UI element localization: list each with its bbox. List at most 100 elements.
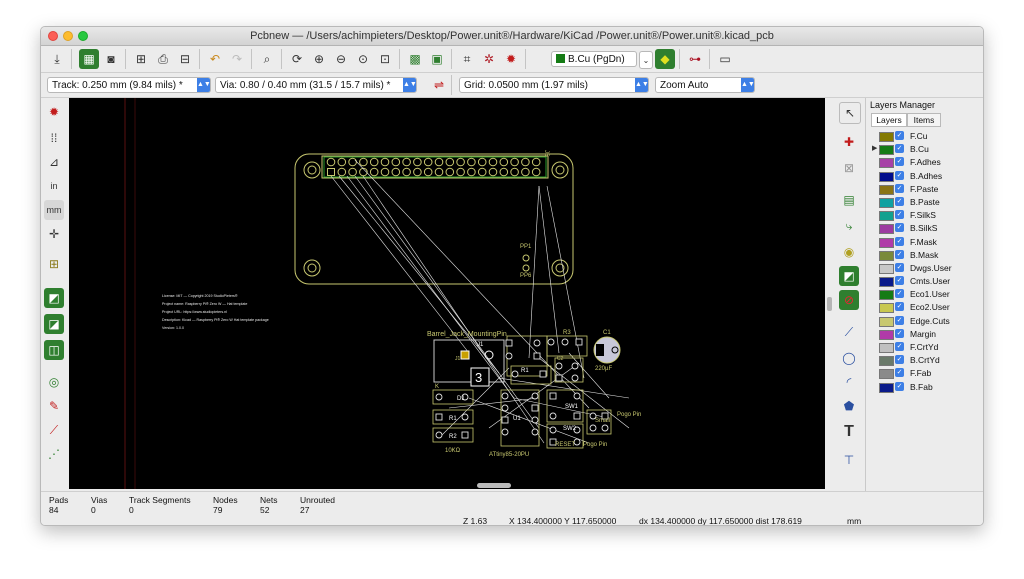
- layer-color-swatch[interactable]: [879, 197, 894, 208]
- add-zone-icon[interactable]: ◩: [839, 266, 859, 286]
- layer-visibility-checkbox[interactable]: ✓: [895, 368, 904, 378]
- layer-color-swatch[interactable]: [879, 277, 894, 288]
- zone-fill-icon[interactable]: ◩: [44, 288, 64, 308]
- layer-row[interactable]: ▶ ✓ B.Cu: [866, 143, 983, 156]
- layer-row[interactable]: ✓ Eco2.User: [866, 301, 983, 314]
- layer-row[interactable]: ✓ Dwgs.User: [866, 262, 983, 275]
- layer-row[interactable]: ✓ F.Adhes: [866, 156, 983, 169]
- zoom-select[interactable]: Zoom Auto ▲▼: [655, 77, 755, 93]
- track-sketch-icon[interactable]: ⟋: [44, 420, 64, 440]
- zone-hide-icon[interactable]: ◫: [44, 340, 64, 360]
- hierarchy-icon[interactable]: ⊶: [685, 49, 705, 69]
- layer-color-swatch[interactable]: [879, 303, 894, 314]
- add-text-icon[interactable]: T: [839, 422, 859, 442]
- zoom-in-icon[interactable]: ⊕: [309, 49, 329, 69]
- via-sketch-icon[interactable]: ✎: [44, 396, 64, 416]
- zoom-fit-icon[interactable]: ⊙: [353, 49, 373, 69]
- layer-color-swatch[interactable]: [879, 158, 894, 169]
- layer-visibility-checkbox[interactable]: ✓: [895, 183, 904, 193]
- tab-layers[interactable]: Layers: [871, 113, 907, 127]
- layer-color-swatch[interactable]: [879, 145, 894, 156]
- zone-outline-icon[interactable]: ◪: [44, 314, 64, 334]
- layer-row[interactable]: ✓ B.Paste: [866, 196, 983, 209]
- cursor-shape-icon[interactable]: ✛: [44, 224, 64, 244]
- layer-color-swatch[interactable]: [879, 382, 894, 393]
- grid-toggle-icon[interactable]: ⁞⁞: [44, 128, 64, 148]
- draw-circle-icon[interactable]: ◯: [839, 348, 859, 368]
- layer-color-swatch[interactable]: [879, 356, 894, 367]
- page-settings-icon[interactable]: ⊞: [131, 49, 151, 69]
- layer-visibility-checkbox[interactable]: ✓: [895, 302, 904, 312]
- layer-row[interactable]: ✓ Cmts.User: [866, 275, 983, 288]
- layer-row[interactable]: ✓ B.Fab: [866, 381, 983, 394]
- bug-icon[interactable]: ✹: [501, 49, 521, 69]
- layer-row[interactable]: ✓ F.CrtYd: [866, 341, 983, 354]
- netlist-icon[interactable]: ▩: [405, 49, 425, 69]
- undo-icon[interactable]: ↶: [205, 49, 225, 69]
- highlight-net-icon[interactable]: ✚: [839, 132, 859, 152]
- layer-color-swatch[interactable]: [879, 211, 894, 222]
- layer-row[interactable]: ✓ F.Paste: [866, 183, 983, 196]
- ratsnest-icon[interactable]: ⊞: [44, 254, 64, 274]
- layer-visibility-checkbox[interactable]: ✓: [895, 355, 904, 365]
- layer-row[interactable]: ✓ Edge.Cuts: [866, 315, 983, 328]
- layer-visibility-checkbox[interactable]: ✓: [895, 236, 904, 246]
- via-size-select[interactable]: Via: 0.80 / 0.40 mm (31.5 / 15.7 mils) *…: [215, 77, 417, 93]
- layer-visibility-checkbox[interactable]: ✓: [895, 276, 904, 286]
- find-icon[interactable]: ⌕: [257, 49, 277, 69]
- layer-color-swatch[interactable]: [879, 171, 894, 182]
- layer-visibility-checkbox[interactable]: ✓: [895, 210, 904, 220]
- layer-visibility-checkbox[interactable]: ✓: [895, 223, 904, 233]
- draw-arc-icon[interactable]: ◜: [839, 372, 859, 392]
- layer-color-swatch[interactable]: [879, 343, 894, 353]
- footprint-viewer-icon[interactable]: ◙: [101, 49, 121, 69]
- layer-color-swatch[interactable]: [879, 263, 894, 274]
- layer-visibility-checkbox[interactable]: ✓: [895, 131, 904, 140]
- read-netlist-icon[interactable]: ⌗: [457, 49, 477, 69]
- layer-visibility-checkbox[interactable]: ✓: [895, 170, 904, 180]
- pcb-canvas[interactable]: J5 PP1 PP6 Barrel_Jack_MountingPin J1 J1…: [69, 98, 825, 489]
- layer-visibility-checkbox[interactable]: ✓: [895, 342, 904, 351]
- layer-visibility-checkbox[interactable]: ✓: [895, 381, 904, 391]
- layer-visibility-checkbox[interactable]: ✓: [895, 262, 904, 272]
- drc-icon[interactable]: ✲: [479, 49, 499, 69]
- active-layer-select[interactable]: B.Cu (PgDn): [551, 51, 637, 67]
- add-footprint-icon[interactable]: ▤: [839, 190, 859, 210]
- layer-row[interactable]: ✓ B.CrtYd: [866, 354, 983, 367]
- layer-color-swatch[interactable]: [879, 316, 894, 327]
- layer-color-swatch[interactable]: [879, 132, 894, 142]
- scripting-console-icon[interactable]: ▭: [715, 49, 735, 69]
- add-keepout-icon[interactable]: ⊘: [839, 290, 859, 310]
- add-dimension-icon[interactable]: ⊤: [839, 450, 859, 470]
- layer-row[interactable]: ✓ B.Adhes: [866, 170, 983, 183]
- polar-coords-icon[interactable]: ⊿: [44, 152, 64, 172]
- layer-visibility-checkbox[interactable]: ✓: [895, 249, 904, 259]
- layer-pair-icon[interactable]: ◆: [655, 49, 675, 69]
- layer-visibility-checkbox[interactable]: ✓: [895, 315, 904, 325]
- layer-row[interactable]: ✓ F.Mask: [866, 236, 983, 249]
- add-via-icon[interactable]: ◉: [839, 242, 859, 262]
- inch-units-icon[interactable]: in: [44, 176, 64, 196]
- layer-row[interactable]: ✓ F.SilkS: [866, 209, 983, 222]
- layer-row[interactable]: ✓ B.SilkS: [866, 222, 983, 235]
- local-ratsnest-icon[interactable]: ⊠: [839, 158, 859, 178]
- grid-select[interactable]: Grid: 0.0500 mm (1.97 mils) ▲▼: [459, 77, 649, 93]
- layer-row[interactable]: ✓ B.Mask: [866, 249, 983, 262]
- layer-visibility-checkbox[interactable]: ✓: [895, 157, 904, 167]
- drc-off-icon[interactable]: ✹: [44, 102, 64, 122]
- print-icon[interactable]: ⎙: [153, 49, 173, 69]
- layer-row[interactable]: ✓ Margin: [866, 328, 983, 341]
- layer-color-swatch[interactable]: [879, 290, 894, 301]
- draw-line-icon[interactable]: ⟋: [839, 322, 859, 342]
- layer-color-swatch[interactable]: [879, 184, 894, 195]
- track-width-select[interactable]: Track: 0.250 mm (9.84 mils) * ▲▼: [47, 77, 211, 93]
- select-tool-icon[interactable]: ↖: [839, 102, 861, 124]
- layer-dropdown-chevron-icon[interactable]: ⌄: [639, 51, 653, 69]
- layer-visibility-checkbox[interactable]: ✓: [895, 144, 904, 154]
- zoom-selection-icon[interactable]: ⊡: [375, 49, 395, 69]
- draw-polygon-icon[interactable]: ⬟: [839, 396, 859, 416]
- zoom-out-icon[interactable]: ⊖: [331, 49, 351, 69]
- canvas-scroll-handle[interactable]: [477, 483, 511, 488]
- layer-color-swatch[interactable]: [879, 224, 894, 235]
- layer-color-swatch[interactable]: [879, 329, 894, 340]
